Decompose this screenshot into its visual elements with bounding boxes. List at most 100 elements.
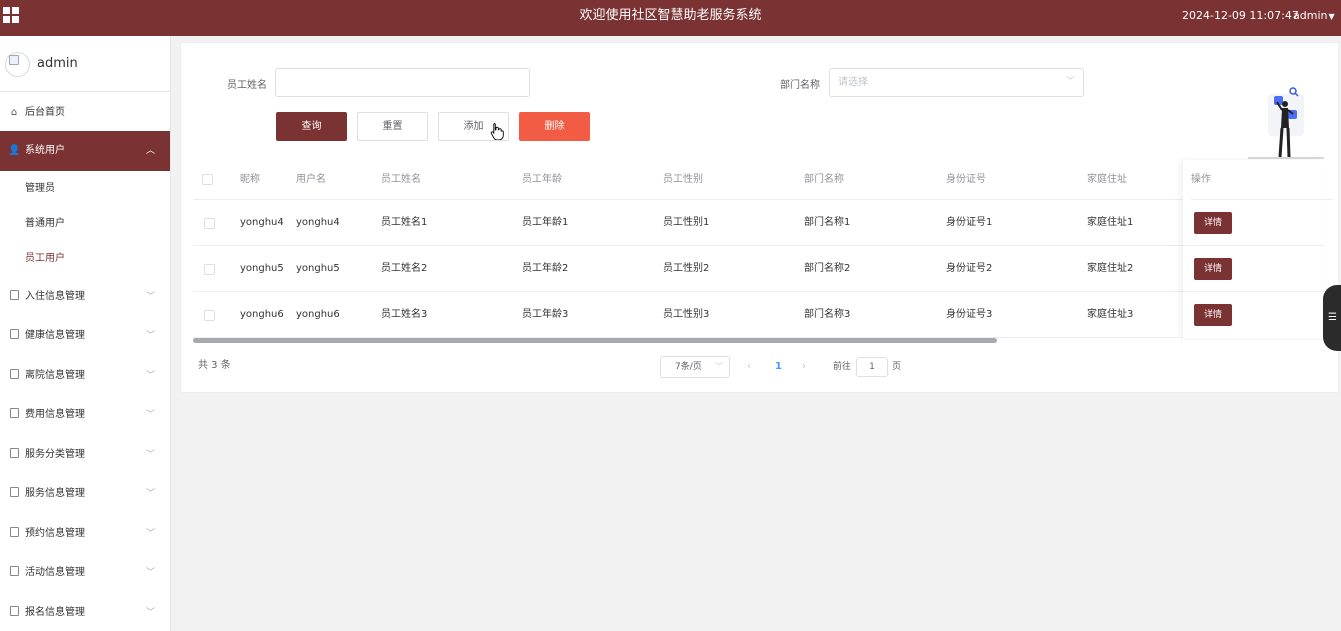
prev-page-icon[interactable]: ‹ [747, 356, 751, 378]
sidebar-item-label: 服务分类管理 [25, 449, 85, 460]
row-checkbox[interactable] [204, 310, 215, 321]
cell-address: 家庭住址2 [1087, 263, 1134, 274]
app-title: 欢迎使用社区智慧助老服务系统 [579, 8, 762, 23]
dept-filter-select[interactable]: 请选择 ﹀ [829, 68, 1084, 97]
action-cell: 详情 [1183, 200, 1325, 246]
goto-label: 前往 [833, 362, 852, 372]
cell-age: 员工年龄1 [522, 217, 569, 228]
chevron-down-icon: ﹀ [146, 331, 156, 341]
document-icon [8, 436, 20, 474]
cell-address: 家庭住址3 [1087, 309, 1134, 320]
table-header: 昵称 用户名 员工姓名 员工年龄 员工性别 部门名称 身份证号 家庭住址 [193, 160, 1325, 200]
sidebar-subitem-normal-users[interactable]: 普通用户 [0, 206, 170, 242]
header-user-menu[interactable]: admin▼ [1293, 0, 1335, 33]
cell-idcard: 身份证号1 [946, 217, 993, 228]
column-header: 操作 [1191, 160, 1333, 200]
detail-button[interactable]: 详情 [1194, 212, 1232, 234]
table-row: yonghu4 yonghu4 员工姓名1 员工年龄1 员工性别1 部门名称1 … [193, 200, 1325, 246]
name-filter-input[interactable] [275, 68, 530, 97]
search-button[interactable]: 查询 [276, 112, 347, 141]
sidebar-subitem-admin[interactable]: 管理员 [0, 171, 170, 207]
avatar [5, 52, 30, 77]
table-row: yonghu5 yonghu5 员工姓名2 员工年龄2 员工性别2 部门名称2 … [193, 246, 1325, 292]
page-size-select[interactable]: 7条/页 ﹀ [660, 356, 730, 378]
cell-gender: 员工性别2 [663, 263, 710, 274]
pagination-total: 共 3 条 [198, 360, 231, 371]
document-icon [8, 278, 20, 316]
sidebar-item-service-info[interactable]: 服务信息管理 ﹀ [0, 475, 170, 513]
sidebar-subitem-label: 普通用户 [25, 218, 65, 229]
sidebar-item-label: 离院信息管理 [25, 370, 85, 381]
menu-lines-icon: ☰ [1328, 312, 1337, 323]
column-header: 员工性别 [663, 174, 703, 185]
column-header: 昵称 [240, 174, 260, 185]
cell-username: yonghu4 [296, 217, 340, 228]
row-checkbox[interactable] [204, 264, 215, 275]
reset-button[interactable]: 重置 [357, 112, 428, 141]
sidebar-username: admin [37, 56, 78, 71]
cell-dept: 部门名称2 [804, 263, 851, 274]
document-icon [8, 396, 20, 434]
floating-toolbar-handle[interactable]: ☰ [1323, 285, 1341, 351]
cell-nickname: yonghu6 [240, 309, 284, 320]
row-checkbox[interactable] [204, 218, 215, 229]
delete-button[interactable]: 删除 [519, 112, 590, 141]
chevron-down-icon: ▼ [1328, 12, 1335, 21]
sidebar-item-discharge[interactable]: 离院信息管理 ﹀ [0, 357, 170, 395]
sidebar-item-registrations[interactable]: 报名信息管理 ﹀ [0, 594, 170, 631]
column-header: 员工姓名 [381, 174, 421, 185]
cell-name: 员工姓名1 [381, 217, 428, 228]
sidebar-item-home[interactable]: ⌂ 后台首页 [0, 94, 170, 132]
sidebar-item-system-users[interactable]: 👤 系统用户 ︿ [0, 131, 170, 171]
sidebar-item-fees[interactable]: 费用信息管理 ﹀ [0, 396, 170, 434]
sidebar-item-service-category[interactable]: 服务分类管理 ﹀ [0, 436, 170, 474]
top-bar: 欢迎使用社区智慧助老服务系统 2024-12-09 11:07:47 admin… [0, 0, 1341, 36]
sidebar-subitem-label: 管理员 [25, 183, 55, 194]
cell-dept: 部门名称3 [804, 309, 851, 320]
header-datetime: 2024-12-09 11:07:47 [1182, 9, 1299, 22]
table-horizontal-scrollbar[interactable] [193, 338, 997, 343]
sidebar-item-checkin[interactable]: 入住信息管理 ﹀ [0, 278, 170, 316]
sidebar-item-label: 活动信息管理 [25, 567, 85, 578]
chevron-down-icon: ﹀ [146, 489, 156, 499]
dept-filter-label: 部门名称 [780, 80, 820, 91]
chevron-down-icon: ﹀ [146, 450, 156, 460]
cell-gender: 员工性别1 [663, 217, 710, 228]
chevron-down-icon: ﹀ [146, 410, 156, 420]
sidebar-profile[interactable]: admin [0, 36, 170, 92]
chevron-down-icon: ﹀ [146, 529, 156, 539]
sidebar-item-activities[interactable]: 活动信息管理 ﹀ [0, 554, 170, 592]
sidebar-subitem-staff-users[interactable]: 员工用户 [0, 241, 170, 277]
cell-gender: 员工性别3 [663, 309, 710, 320]
sidebar-item-label: 报名信息管理 [25, 607, 85, 618]
chevron-down-icon: ﹀ [146, 292, 156, 302]
person-illustration [1248, 87, 1324, 159]
sidebar-item-health[interactable]: 健康信息管理 ﹀ [0, 317, 170, 355]
user-icon: 👤 [8, 145, 21, 156]
actions-column: 操作 详情 详情 详情 [1183, 160, 1333, 338]
goto-page-input[interactable]: 1 [856, 357, 888, 377]
chevron-down-icon: ﹀ [146, 371, 156, 381]
page-number[interactable]: 1 [775, 356, 782, 378]
document-icon [8, 554, 20, 592]
chevron-down-icon: ﹀ [1065, 77, 1075, 87]
document-icon [8, 594, 20, 631]
cell-username: yonghu6 [296, 309, 340, 320]
document-icon [8, 357, 20, 395]
action-cell: 详情 [1183, 246, 1325, 292]
sidebar-item-label: 系统用户 [25, 145, 65, 156]
sidebar-item-label: 预约信息管理 [25, 528, 85, 539]
sidebar-item-label: 健康信息管理 [25, 330, 85, 341]
chevron-down-icon: ﹀ [146, 568, 156, 578]
detail-button[interactable]: 详情 [1194, 258, 1232, 280]
detail-button[interactable]: 详情 [1194, 304, 1232, 326]
sidebar-item-appointments[interactable]: 预约信息管理 ﹀ [0, 515, 170, 553]
next-page-icon[interactable]: › [802, 356, 806, 378]
cell-name: 员工姓名2 [381, 263, 428, 274]
chevron-down-icon: ﹀ [715, 362, 723, 371]
document-icon [8, 317, 20, 355]
cell-address: 家庭住址1 [1087, 217, 1134, 228]
dept-filter-placeholder: 请选择 [838, 77, 868, 88]
cell-username: yonghu5 [296, 263, 340, 274]
select-all-checkbox[interactable] [202, 174, 213, 185]
